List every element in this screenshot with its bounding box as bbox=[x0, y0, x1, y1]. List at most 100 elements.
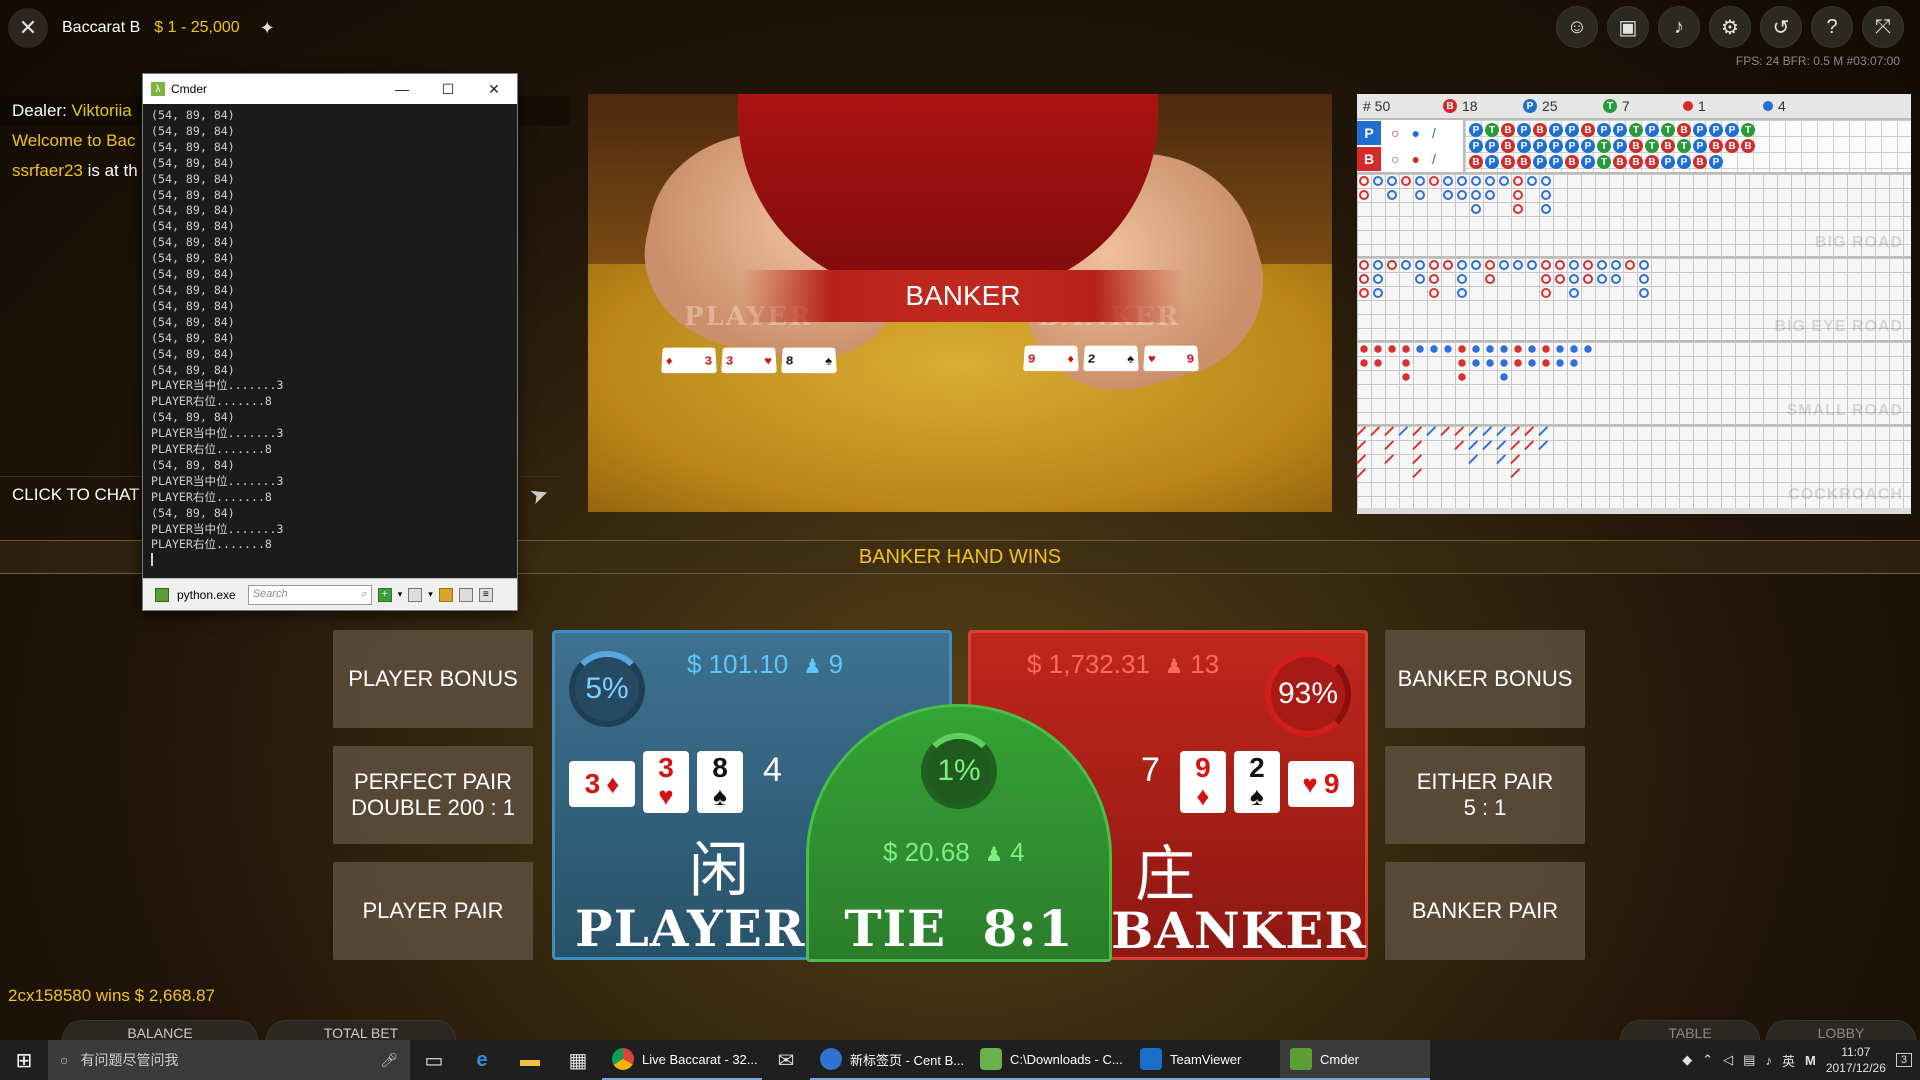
top-left-bar: ✕ Baccarat B $ 1 - 25,000 ✦ bbox=[8, 6, 275, 50]
game-name: Baccarat B bbox=[62, 19, 141, 36]
bead-mark: B bbox=[1645, 155, 1659, 169]
player-amount: $ 101.10 bbox=[687, 649, 789, 679]
road-mark bbox=[1514, 359, 1522, 367]
player-pair-button[interactable]: PLAYER PAIR bbox=[333, 862, 533, 960]
big-road-label: BIG ROAD bbox=[1815, 234, 1903, 251]
close-window-icon[interactable]: ✕ bbox=[471, 81, 517, 98]
cmder-logo-icon: λ bbox=[151, 82, 165, 96]
road-mark bbox=[1374, 359, 1382, 367]
edge-icon[interactable]: e bbox=[458, 1040, 506, 1080]
close-icon[interactable]: ✕ bbox=[8, 8, 48, 48]
console-line: (54, 89, 84) bbox=[151, 457, 235, 472]
road-mark bbox=[1485, 190, 1495, 200]
road-mark bbox=[1570, 345, 1578, 353]
tray-speaker-icon[interactable]: ♪ bbox=[1765, 1053, 1772, 1068]
bead-row: BPBBPPBPTBBBPPBP bbox=[1469, 154, 1907, 170]
maximize-icon[interactable]: ☐ bbox=[425, 81, 471, 98]
split-icon[interactable] bbox=[408, 587, 423, 602]
notification-icon[interactable]: 3 bbox=[1895, 1053, 1912, 1067]
stat-player: P 25 bbox=[1517, 98, 1597, 114]
mail-icon[interactable]: ✉ bbox=[762, 1040, 810, 1080]
road-mark bbox=[1486, 359, 1494, 367]
video-camera-icon[interactable]: ▣ bbox=[1607, 6, 1649, 48]
video-card: 8 ♠ bbox=[781, 347, 837, 374]
road-mark bbox=[1555, 274, 1565, 284]
road-mark bbox=[1429, 274, 1439, 284]
banker-pair-button[interactable]: BANKER PAIR bbox=[1385, 862, 1585, 960]
tray-volume-icon[interactable]: ◁ bbox=[1723, 1052, 1733, 1068]
predict-player[interactable]: P ○ ● / bbox=[1357, 120, 1463, 146]
gear-icon[interactable]: ⚙ bbox=[1709, 6, 1751, 48]
road-mark bbox=[1429, 288, 1439, 298]
bead-mark: B bbox=[1501, 123, 1515, 137]
either-pair-button[interactable]: EITHER PAIR 5 : 1 bbox=[1385, 746, 1585, 844]
pin-icon[interactable]: ✦ bbox=[260, 18, 275, 39]
lock-icon[interactable] bbox=[438, 587, 453, 602]
taskbar-search[interactable]: ○ 有问题尽管问我 🎤︎ bbox=[48, 1040, 410, 1080]
person-icon: ♟ bbox=[1165, 656, 1184, 678]
bead-mark: B bbox=[1629, 155, 1643, 169]
road-mark bbox=[1556, 345, 1564, 353]
ime-indicator[interactable]: 英 bbox=[1782, 1051, 1795, 1070]
microphone-icon[interactable]: 🎤︎ bbox=[380, 1052, 398, 1069]
tray-network-icon[interactable]: ▤ bbox=[1743, 1052, 1755, 1068]
dealer-label: Dealer: bbox=[12, 101, 67, 120]
process-tab[interactable]: python.exe bbox=[149, 587, 242, 602]
new-console-icon[interactable]: + bbox=[377, 587, 392, 602]
bead-mark: T bbox=[1629, 123, 1643, 137]
minimize-icon[interactable]: — bbox=[379, 81, 425, 98]
taskbar-clock[interactable]: 11:07 2017/12/26 bbox=[1826, 1044, 1886, 1076]
dropdown-icon[interactable]: ▾ bbox=[428, 589, 433, 600]
windows-start-icon[interactable]: ⊞ bbox=[0, 1040, 48, 1080]
road-mark bbox=[1472, 345, 1480, 353]
player-bonus-button[interactable]: PLAYER BONUS bbox=[333, 630, 533, 728]
predict-banker[interactable]: B ○ ● / bbox=[1357, 146, 1463, 172]
taskbar-app-downloads[interactable]: C:\Downloads - C... bbox=[970, 1040, 1130, 1080]
bead-mark: B bbox=[1469, 155, 1483, 169]
road-mark bbox=[1569, 274, 1579, 284]
bead-mark: P bbox=[1693, 123, 1707, 137]
perfect-pair-button[interactable]: PERFECT PAIR DOUBLE 200 : 1 bbox=[333, 746, 533, 844]
file-explorer-icon[interactable]: ▬ bbox=[506, 1040, 554, 1080]
history-icon[interactable]: ↺ bbox=[1760, 6, 1802, 48]
dropdown-icon[interactable]: ▾ bbox=[398, 589, 403, 600]
road-mark bbox=[1387, 260, 1397, 270]
store-icon[interactable]: ▦ bbox=[554, 1040, 602, 1080]
ime-mode-icon[interactable]: M bbox=[1805, 1053, 1816, 1068]
road-mark bbox=[1513, 190, 1523, 200]
process-icon bbox=[155, 587, 169, 602]
tray-expand-icon[interactable]: ⌃ bbox=[1702, 1052, 1713, 1068]
help-icon[interactable]: ? bbox=[1811, 6, 1853, 48]
fullscreen-icon[interactable]: ⤧ bbox=[1862, 6, 1904, 48]
console-line: (54, 89, 84) bbox=[151, 219, 235, 234]
menu-icon[interactable]: ≡ bbox=[478, 587, 493, 602]
cmder-search-input[interactable]: Search ⌕ bbox=[247, 584, 372, 605]
bead-mark: B bbox=[1581, 123, 1595, 137]
tie-stake: $ 20.68 ♟ 4 bbox=[883, 837, 1025, 868]
road-mark bbox=[1356, 468, 1372, 484]
video-card: 9 ♦ bbox=[1023, 345, 1079, 372]
taskbar-app-centbrowser[interactable]: 新标签页 - Cent B... bbox=[810, 1040, 970, 1080]
taskbar-app-teamviewer[interactable]: TeamViewer bbox=[1130, 1040, 1280, 1080]
cmder-window[interactable]: λ Cmder — ☐ ✕ (54, 89, 84) (54, 89, 84) (5… bbox=[142, 73, 518, 611]
road-mark bbox=[1415, 260, 1425, 270]
cmder-titlebar[interactable]: λ Cmder — ☐ ✕ bbox=[143, 74, 517, 104]
prediction-and-bead: P ○ ● / B ○ ● / PTBPBPPBPPTPTBPPPTPPBPPP… bbox=[1357, 118, 1911, 172]
video-card: 3 ♥ bbox=[721, 347, 777, 374]
big-road: BIG ROAD bbox=[1357, 172, 1911, 256]
tray-app-icon[interactable]: ◆ bbox=[1682, 1052, 1692, 1068]
banker-bonus-button[interactable]: BANKER BONUS bbox=[1385, 630, 1585, 728]
cmder-console[interactable]: (54, 89, 84) (54, 89, 84) (54, 89, 84) (54,… bbox=[143, 104, 517, 578]
top-toolbar: ☺ ▣ ♪ ⚙ ↺ ? ⤧ bbox=[1556, 6, 1904, 48]
road-mark bbox=[1597, 274, 1607, 284]
task-view-icon[interactable]: ▭ bbox=[410, 1040, 458, 1080]
panel-icon[interactable] bbox=[458, 587, 473, 602]
banker-cards: 7 9 ♦ 2 ♠ ♥ 9 bbox=[1141, 751, 1354, 813]
volume-icon[interactable]: ♪ bbox=[1658, 6, 1700, 48]
send-icon[interactable]: ➤ bbox=[526, 479, 552, 510]
taskbar-app-cmder[interactable]: Cmder bbox=[1280, 1040, 1430, 1080]
accessibility-icon[interactable]: ☺ bbox=[1556, 6, 1598, 48]
video-card: 2 ♠ bbox=[1083, 345, 1139, 372]
bead-mark: P bbox=[1709, 123, 1723, 137]
taskbar-app-chrome[interactable]: Live Baccarat - 32... bbox=[602, 1040, 762, 1080]
